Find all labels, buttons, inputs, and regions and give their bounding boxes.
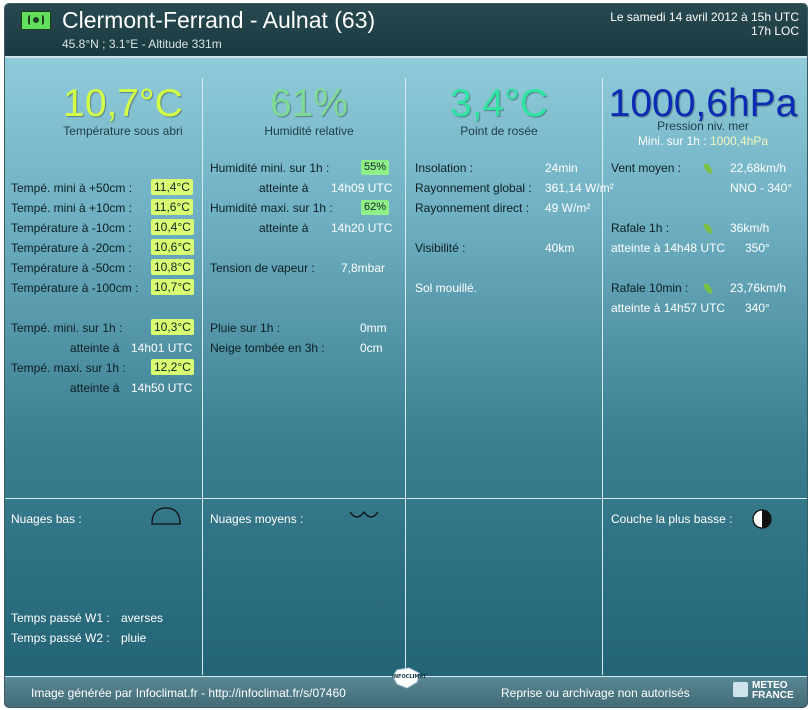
w2-label: Temps passé W2 : [11,631,110,645]
pressure-min-label: Mini. sur 1h : [637,134,707,148]
global-radiation-value: 361,14 W/m² [545,181,614,195]
dew-point-label: Point de rosée [460,124,538,138]
direct-radiation-value: 49 W/m² [545,201,591,215]
date-utc: Le samedi 14 avril 2012 à 15h UTC [610,10,799,24]
gust-direction-icon [703,282,713,295]
soil-temp-value: 10,7°C [151,279,194,295]
header-bar: Clermont-Ferrand - Aulnat (63) 45.8°N ; … [5,4,807,58]
vapor-value: 7,8mbar [341,261,386,275]
gust-direction-icon [703,222,713,235]
soil-temp-label: Température à -10cm : [11,221,132,235]
observation-date: Le samedi 14 avril 2012 à 15h UTC 17h LO… [610,10,799,38]
vapor-label: Tension de vapeur : [210,261,315,275]
infoclimat-logo: INFOCLIMAT [389,666,427,690]
mid-cloud-symbol-icon [349,510,379,518]
section-divider [5,498,807,499]
tmin-at: 14h01 UTC [131,341,193,355]
hmax-label: Humidité maxi. sur 1h : [210,201,333,215]
gust10-value: 23,76km/h [730,281,787,295]
meteo-france-logo-icon [733,682,748,697]
temperature-value: 10,7°C [63,82,183,125]
mid-clouds-label: Nuages moyens : [210,512,304,526]
humidity-value: 61% [269,82,349,125]
footer-rights: Reprise ou archivage non autorisés [501,686,690,700]
wind-direction-icon [703,162,713,175]
hmin-label: Humidité mini. sur 1h : [210,161,330,175]
hmin-at-label: atteinte à [259,181,309,195]
hmax-value: 62% [361,200,390,215]
soil-temp-value: 11,4°C [151,179,193,195]
soil-temp-label: Température à -50cm : [11,261,132,275]
station-title: Clermont-Ferrand - Aulnat (63) [62,7,376,33]
soil-temp-label: Tempé. mini à +50cm : [11,181,133,195]
soil-temp-value: 11,6°C [151,199,193,215]
insolation-label: Insolation : [415,161,474,175]
hmax-at-label: atteinte à [259,221,309,235]
soil-temp-value: 10,6°C [151,239,194,255]
low-cloud-symbol-icon [151,507,181,525]
soil-temp-label: Température à -20cm : [11,241,132,255]
hmin-at: 14h09 UTC [331,181,393,195]
w1-label: Temps passé W1 : [11,611,110,625]
tmin-at-label: atteinte à [70,341,120,355]
weather-panel: Clermont-Ferrand - Aulnat (63) 45.8°N ; … [4,3,808,708]
soil-temp-label: Température à -100cm : [11,281,139,295]
column-divider [602,78,603,675]
snow-value: 0cm [360,341,383,355]
snow-label: Neige tombée en 3h : [210,341,325,355]
tmax-value: 12,2°C [151,359,194,375]
wind-label: Vent moyen : [611,161,682,175]
visibility-label: Visibilité : [415,241,466,255]
hmin-value: 55% [361,160,390,175]
soil-temp-label: Tempé. mini à +10cm : [11,201,133,215]
gust1-label: Rafale 1h : [611,221,670,235]
dew-point-value: 3,4°C [450,82,548,125]
pressure-label: Pression niv. mer [657,119,749,133]
cloud-cover-icon [752,509,772,529]
meteo-france-logo: METEO FRANCE [733,680,797,704]
infoclimat-logo-text: INFOCLIMAT [392,674,427,680]
hmax-at: 14h20 UTC [331,221,393,235]
gust1-at: atteinte à 14h48 UTC [611,241,726,255]
rain-label: Pluie sur 1h : [210,321,281,335]
direct-radiation-label: Rayonnement direct : [415,201,530,215]
rain-value: 0mm [360,321,387,335]
wind-value: 22,68km/h [730,161,787,175]
column-divider [202,78,203,675]
low-clouds-label: Nuages bas : [11,512,82,526]
meteo-france-logo-text: METEO FRANCE [752,680,794,701]
insolation-value: 24min [545,161,578,175]
tmax-at: 14h50 UTC [131,381,193,395]
tmax-label: Tempé. maxi. sur 1h : [11,361,126,375]
gust10-at: atteinte à 14h57 UTC [611,301,726,315]
tmin-value: 10,3°C [151,319,194,335]
wind-direction: NNO - 340° [730,181,793,195]
local-time: 17h LOC [750,24,799,38]
w2-value: pluie [121,631,147,645]
visibility-value: 40km [545,241,575,255]
gust1-value: 36km/h [730,221,770,235]
global-radiation-label: Rayonnement global : [415,181,532,195]
soil-state: Sol mouillé. [415,281,478,295]
station-coordinates: 45.8°N ; 3.1°E - Altitude 331m [62,37,222,51]
tmin-label: Tempé. mini. sur 1h : [11,321,123,335]
column-divider [405,78,406,675]
pressure-min: Mini. sur 1h : 1000,4hPa [603,134,803,148]
temperature-label: Température sous abri [63,124,183,138]
gust10-direction: 340° [745,301,770,315]
soil-temp-value: 10,4°C [151,219,194,235]
tmax-at-label: atteinte à [70,381,120,395]
footer-credit: Image générée par Infoclimat.fr - http:/… [31,686,346,700]
humidity-label: Humidité relative [264,124,354,138]
gust10-label: Rafale 10min : [611,281,689,295]
lowest-layer-label: Couche la plus basse : [611,512,733,526]
soil-temp-value: 10,8°C [151,259,194,275]
w1-value: averses [121,611,164,625]
pressure-min-value: 1000,4hPa [709,134,769,148]
gust1-direction: 350° [745,241,770,255]
station-flag-icon [21,11,51,30]
